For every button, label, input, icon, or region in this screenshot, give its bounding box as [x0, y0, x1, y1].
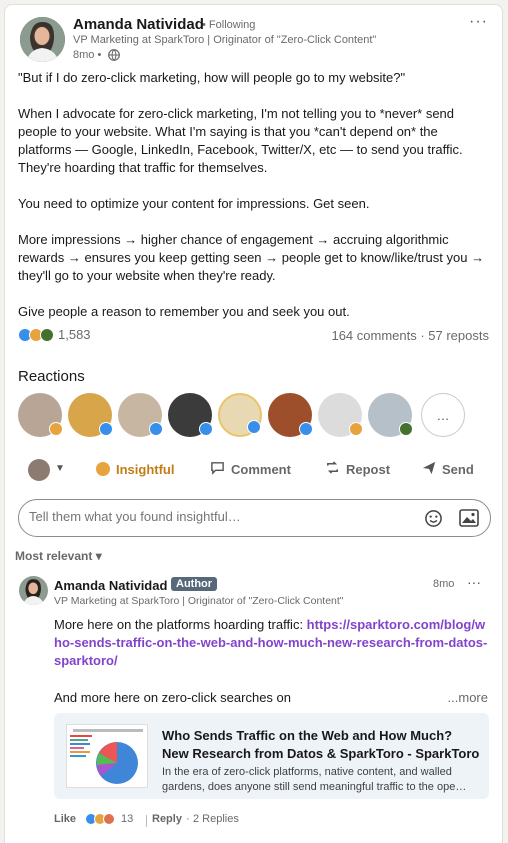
post-body: "But if I do zero-click marketing, how w… — [18, 70, 485, 319]
image-icon[interactable] — [459, 509, 479, 532]
author-headline: VP Marketing at SparkToro | Originator o… — [73, 34, 377, 46]
link-preview-thumbnail — [66, 724, 148, 788]
comment-actions-divider — [146, 815, 147, 827]
link-preview-description: In the era of zero-click platforms, nati… — [162, 766, 467, 793]
comment-box[interactable] — [18, 499, 491, 537]
post-card: Amanda Natividad • Following VP Marketin… — [4, 4, 503, 843]
comment-author-headline: VP Marketing at SparkToro | Originator o… — [54, 595, 344, 607]
emoji-icon[interactable] — [424, 509, 443, 533]
reactor-avatar[interactable] — [168, 393, 213, 437]
comment-input[interactable] — [29, 509, 409, 524]
lightbulb-icon — [96, 462, 110, 476]
comment-replies-count[interactable]: 2 Replies — [193, 813, 239, 825]
repost-button[interactable]: Repost — [325, 455, 390, 483]
comment-text: More here on the platforms hoarding traf… — [54, 616, 489, 670]
comment-reaction-count: 13 — [121, 813, 134, 825]
globe-icon — [108, 48, 120, 61]
reactor-avatar[interactable] — [268, 393, 313, 437]
reactor-avatars: … — [18, 393, 488, 439]
author-avatar[interactable] — [20, 17, 65, 62]
reactor-avatar[interactable] — [18, 393, 63, 437]
comment-text-intro: More here on the platforms hoarding traf… — [54, 617, 307, 632]
acting-as-avatar[interactable] — [28, 459, 50, 481]
post-time: 8mo • — [73, 49, 102, 61]
see-more-link[interactable]: ...more — [448, 690, 488, 705]
link-preview-title: Who Sends Traffic on the Web and How Muc… — [162, 728, 480, 761]
reaction-summary[interactable]: 1,583 — [18, 327, 91, 342]
more-reactions-button[interactable]: … — [421, 393, 465, 437]
link-preview-card[interactable]: Who Sends Traffic on the Web and How Muc… — [54, 713, 489, 799]
reactor-avatar[interactable] — [368, 393, 413, 437]
comment-button[interactable]: Comment — [210, 455, 291, 483]
reactions-heading: Reactions — [18, 368, 85, 385]
comment-like-button[interactable]: Like — [54, 813, 76, 825]
send-icon — [422, 461, 436, 478]
comment-author-name[interactable]: Amanda Natividad — [54, 578, 167, 593]
comment-icon — [210, 460, 225, 478]
comment-replies-separator: · — [186, 813, 190, 825]
love-reaction-icon — [103, 813, 115, 825]
reaction-count: 1,583 — [58, 327, 91, 342]
author-name[interactable]: Amanda Natividad — [73, 16, 204, 33]
comment-text-second: And more here on zero-click searches on — [54, 690, 292, 705]
comments-reposts-count[interactable]: 164 comments · 57 reposts — [331, 328, 489, 343]
following-status: • Following — [202, 19, 256, 31]
author-badge: Author — [171, 577, 218, 591]
reactor-avatar[interactable] — [218, 393, 262, 437]
comment-options-icon[interactable]: ··· — [467, 574, 481, 590]
celebrate-reaction-icon — [40, 327, 54, 342]
reactor-avatar[interactable] — [318, 393, 363, 437]
reactor-avatar[interactable] — [118, 393, 163, 437]
repost-icon — [325, 460, 340, 478]
comment-reply-button[interactable]: Reply — [152, 813, 182, 825]
chevron-down-icon[interactable]: ▼ — [55, 463, 65, 474]
more-options-icon[interactable]: ··· — [469, 13, 488, 31]
send-button[interactable]: Send — [422, 455, 474, 483]
comment-author-avatar[interactable] — [19, 576, 48, 605]
comment-reactions[interactable]: 13 — [85, 813, 133, 825]
reactor-avatar[interactable] — [68, 393, 113, 437]
comment-time: 8mo — [433, 578, 455, 590]
sort-dropdown[interactable]: Most relevant ▾ — [15, 549, 102, 563]
insightful-button[interactable]: Insightful — [96, 455, 175, 483]
